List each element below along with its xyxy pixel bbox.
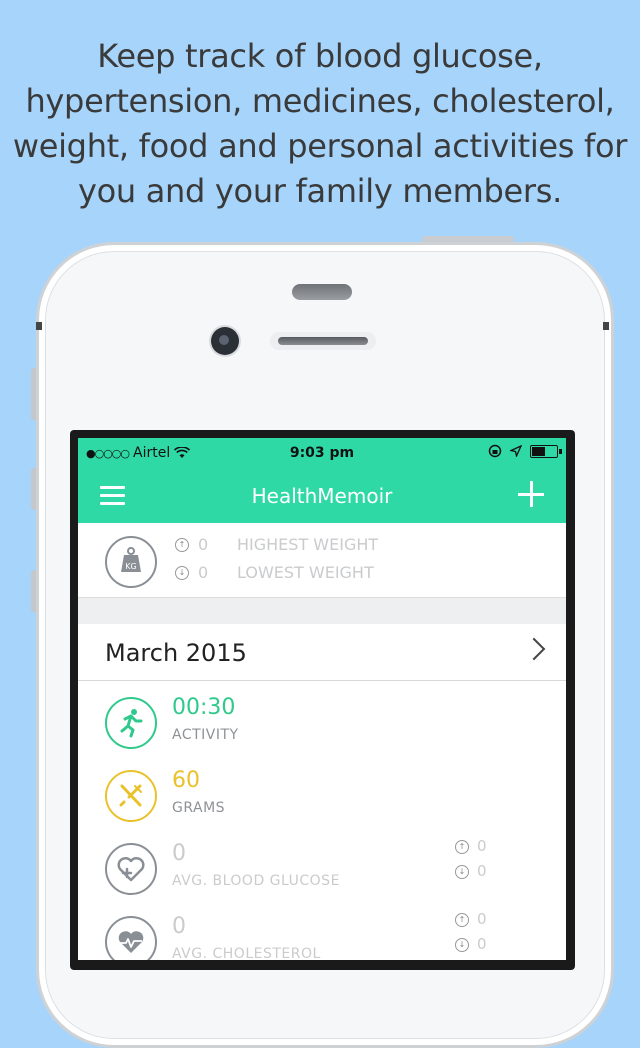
activity-value: 00:30 bbox=[172, 695, 236, 720]
marketing-headline: Keep track of blood glucose, hypertensio… bbox=[0, 34, 640, 214]
blood-glucose-metric[interactable]: 0 AVG. BLOOD GLUCOSE ↑ 0 ↓ 0 bbox=[78, 827, 566, 899]
activity-label: ACTIVITY bbox=[172, 727, 239, 743]
status-bar: ●○○○○ Airtel 9:03 pm bbox=[78, 438, 566, 468]
blood-glucose-low: ↓ 0 bbox=[455, 862, 487, 880]
food-label: GRAMS bbox=[172, 800, 226, 816]
weight-summary[interactable]: KG ↑ 0 HIGHEST WEIGHT ↓ 0 LOWEST WEIGHT bbox=[78, 523, 566, 597]
blood-glucose-label: AVG. BLOOD GLUCOSE bbox=[172, 873, 340, 889]
activity-metric[interactable]: 00:30 ACTIVITY bbox=[78, 681, 566, 753]
arrow-up-icon: ↑ bbox=[455, 912, 469, 927]
lowest-weight-value: 0 bbox=[198, 563, 209, 582]
blood-glucose-high: ↑ 0 bbox=[455, 837, 487, 855]
cholesterol-high-value: 0 bbox=[477, 910, 487, 928]
location-icon bbox=[510, 445, 522, 457]
app-screen: ●○○○○ Airtel 9:03 pm HealthMemoir KG ↑ 0… bbox=[78, 438, 566, 960]
cholesterol-value: 0 bbox=[172, 914, 186, 939]
add-button[interactable] bbox=[518, 481, 544, 507]
headline-line: you and your family members. bbox=[77, 172, 563, 210]
arrow-down-icon: ↓ bbox=[455, 937, 469, 952]
battery-icon bbox=[530, 444, 562, 458]
headline-line: weight, food and personal activities for bbox=[12, 127, 628, 165]
phone-sensor bbox=[292, 284, 352, 300]
arrow-up-icon: ↑ bbox=[455, 839, 469, 854]
chevron-right-icon[interactable] bbox=[522, 637, 546, 661]
weight-kg-icon: KG bbox=[105, 536, 157, 588]
headline-line: Keep track of blood glucose, bbox=[97, 37, 543, 75]
headline-line: hypertension, medicines, cholesterol, bbox=[25, 82, 615, 120]
blood-glucose-low-value: 0 bbox=[477, 862, 487, 880]
cholesterol-low-value: 0 bbox=[477, 935, 487, 953]
cholesterol-metric[interactable]: 0 AVG. CHOLESTEROL ↑ 0 ↓ 0 bbox=[78, 900, 566, 960]
phone-antenna-band bbox=[36, 322, 42, 330]
arrow-up-icon: ↑ bbox=[175, 538, 189, 552]
food-value: 60 bbox=[172, 768, 200, 793]
highest-weight-label: HIGHEST WEIGHT bbox=[237, 535, 379, 554]
highest-weight-value: 0 bbox=[198, 535, 209, 554]
arrow-down-icon: ↓ bbox=[455, 864, 469, 879]
lowest-weight-label: LOWEST WEIGHT bbox=[237, 563, 374, 582]
nav-bar: HealthMemoir bbox=[78, 468, 566, 523]
blood-glucose-value: 0 bbox=[172, 841, 186, 866]
blood-glucose-high-value: 0 bbox=[477, 837, 487, 855]
cholesterol-low: ↓ 0 bbox=[455, 935, 487, 953]
cholesterol-high: ↑ 0 bbox=[455, 910, 487, 928]
food-metric[interactable]: 60 GRAMS bbox=[78, 754, 566, 826]
kg-label: KG bbox=[125, 562, 136, 571]
month-selector[interactable]: March 2015 bbox=[78, 624, 566, 681]
arrow-down-icon: ↓ bbox=[175, 566, 189, 580]
rotation-lock-icon bbox=[488, 444, 502, 458]
month-label: March 2015 bbox=[105, 639, 247, 667]
cholesterol-label: AVG. CHOLESTEROL bbox=[172, 946, 321, 960]
earpiece-speaker bbox=[270, 332, 376, 350]
app-title: HealthMemoir bbox=[251, 484, 393, 508]
phone-antenna-band bbox=[603, 322, 609, 330]
heart-pulse-icon bbox=[105, 916, 157, 960]
heart-plus-icon bbox=[105, 843, 157, 895]
section-divider bbox=[78, 597, 566, 625]
front-camera bbox=[211, 327, 239, 355]
running-person-icon bbox=[105, 697, 157, 749]
fork-knife-icon bbox=[105, 770, 157, 822]
